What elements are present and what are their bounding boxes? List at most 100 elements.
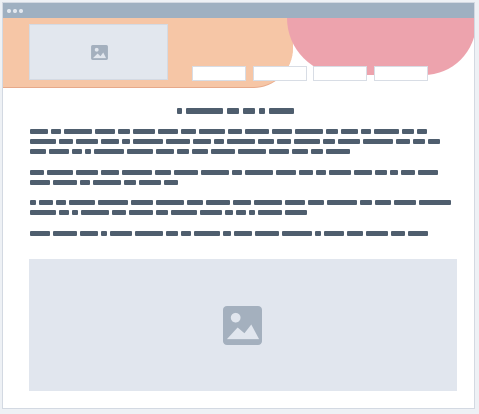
text-placeholder [245,170,273,175]
article-headline [177,108,294,114]
text-placeholder [53,231,77,236]
text-placeholder [30,200,36,205]
text-placeholder [72,210,78,215]
text-placeholder [417,129,427,134]
text-placeholder [428,139,440,144]
text-placeholder [361,129,371,134]
text-placeholder [225,210,233,215]
window-titlebar [3,3,474,18]
text-placeholder [129,210,153,215]
text-placeholder [282,231,312,236]
text-placeholder [47,170,73,175]
text-placeholder [232,170,242,175]
text-placeholder [30,180,50,185]
text-placeholder [76,170,98,175]
text-placeholder [53,180,77,185]
text-placeholder [413,139,425,144]
text-placeholder [95,129,115,134]
text-placeholder [324,231,344,236]
text-placeholder [295,129,323,134]
text-placeholder [30,129,48,134]
text-placeholder [171,210,197,215]
text-placeholder [211,149,235,154]
text-placeholder [269,149,289,154]
text-placeholder [214,139,224,144]
text-placeholder [234,231,252,236]
text-placeholder [181,129,196,134]
text-placeholder [94,149,124,154]
text-placeholder [315,231,321,236]
nav-item[interactable] [192,66,246,81]
text-placeholder [227,139,255,144]
text-placeholder [187,200,203,205]
text-placeholder [396,139,410,144]
page-header [3,18,474,90]
text-placeholder [360,200,372,205]
text-placeholder [156,210,168,215]
text-placeholder [323,139,335,144]
text-placeholder [80,180,90,185]
text-placeholder [30,139,56,144]
text-placeholder [394,200,416,205]
text-placeholder [122,139,130,144]
text-placeholder [326,149,350,154]
window-control-dot[interactable] [7,9,11,13]
text-placeholder [374,129,399,134]
text-placeholder [164,180,178,185]
text-placeholder [112,210,126,215]
text-placeholder [30,149,46,154]
text-placeholder [101,170,119,175]
text-placeholder [110,231,132,236]
text-placeholder [249,210,255,215]
nav-item[interactable] [313,66,367,81]
text-placeholder [285,210,307,215]
text-placeholder [258,139,274,144]
text-placeholder [85,149,91,154]
window-control-dot[interactable] [13,9,17,13]
text-placeholder [269,108,294,114]
text-placeholder [299,170,313,175]
hero-image-placeholder[interactable] [29,259,457,391]
text-placeholder [80,231,98,236]
text-placeholder [401,170,415,175]
logo-placeholder[interactable] [29,24,168,80]
text-placeholder [30,170,44,175]
text-placeholder [254,200,282,205]
text-placeholder [166,231,178,236]
text-placeholder [131,200,153,205]
text-placeholder [101,139,119,144]
text-placeholder [76,139,98,144]
text-placeholder [276,170,296,175]
text-placeholder [59,139,73,144]
image-placeholder-icon [223,306,262,345]
text-placeholder [39,200,53,205]
text-placeholder [133,139,163,144]
text-placeholder [363,139,393,144]
text-placeholder [308,200,324,205]
text-placeholder [255,231,279,236]
text-placeholder [329,170,351,175]
text-placeholder [366,231,388,236]
text-placeholder [259,108,265,114]
nav-item[interactable] [374,66,428,81]
text-placeholder [158,129,178,134]
text-placeholder [127,149,153,154]
text-placeholder [341,129,358,134]
text-placeholder [408,231,428,236]
text-placeholder [375,200,391,205]
text-placeholder [419,200,451,205]
window-control-dot[interactable] [19,9,23,13]
text-placeholder [238,149,266,154]
text-placeholder [193,139,211,144]
text-placeholder [402,129,414,134]
text-placeholder [166,139,190,144]
text-placeholder [201,170,229,175]
text-placeholder [30,210,56,215]
nav-item[interactable] [253,66,307,81]
text-placeholder [194,231,220,236]
text-placeholder [51,129,61,134]
text-placeholder [64,129,92,134]
text-placeholder [199,129,225,134]
browser-window [2,2,475,409]
text-placeholder [418,170,438,175]
